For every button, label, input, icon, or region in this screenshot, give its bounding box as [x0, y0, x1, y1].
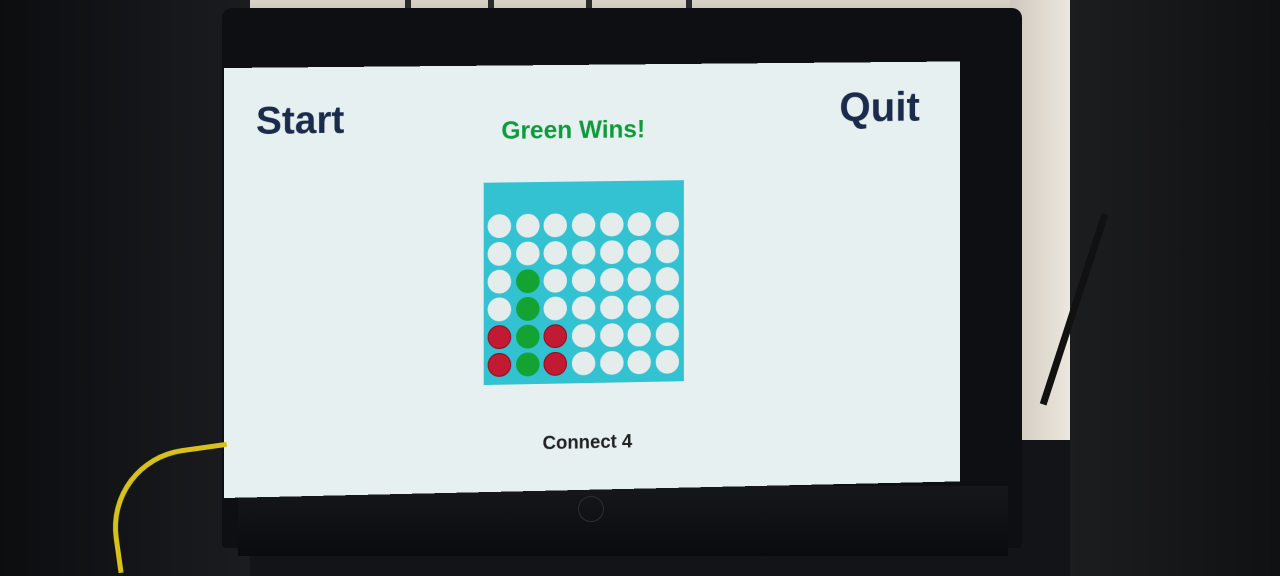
board-cell-empty[interactable] [544, 213, 567, 237]
board-cell-empty[interactable] [628, 323, 651, 347]
board-cell-empty[interactable] [572, 296, 595, 320]
board-cell-empty[interactable] [572, 351, 595, 375]
board-disc-red[interactable] [544, 352, 567, 376]
board-cell-empty[interactable] [600, 295, 623, 319]
board-cell-empty[interactable] [656, 295, 679, 319]
game-screen: Start Quit Green Wins! Connect 4 [224, 61, 960, 498]
board-cell-empty[interactable] [572, 324, 595, 348]
quit-button[interactable]: Quit [839, 83, 919, 131]
board-cell-empty[interactable] [656, 239, 679, 263]
board-cell-empty[interactable] [600, 323, 623, 347]
board-disc-green[interactable] [516, 269, 540, 293]
board-cell-empty[interactable] [488, 242, 512, 266]
board-cell-empty[interactable] [572, 268, 595, 292]
board-cell-empty[interactable] [572, 213, 595, 237]
board-cell-empty[interactable] [544, 296, 567, 320]
board-disc-red[interactable] [488, 353, 512, 377]
board-cell-empty[interactable] [600, 240, 623, 264]
board-cell-empty[interactable] [600, 213, 623, 237]
board-cell-empty[interactable] [488, 270, 512, 294]
board-cell-empty[interactable] [628, 240, 651, 264]
board-cell-empty[interactable] [656, 267, 679, 291]
board-cell-empty[interactable] [544, 269, 567, 293]
board-cell-empty[interactable] [488, 297, 512, 321]
background-shelf [1070, 0, 1280, 576]
board-cell-empty[interactable] [572, 241, 595, 265]
board-cell-empty[interactable] [628, 350, 651, 374]
board-cell-empty[interactable] [516, 241, 540, 265]
laptop-logo-icon [578, 496, 604, 522]
board-cell-empty[interactable] [656, 212, 679, 236]
board-disc-red[interactable] [544, 324, 567, 348]
board-cell-empty[interactable] [600, 351, 623, 375]
board-disc-green[interactable] [516, 325, 540, 349]
board-cell-empty[interactable] [628, 267, 651, 291]
game-status: Green Wins! [501, 116, 645, 146]
board-disc-green[interactable] [516, 352, 540, 376]
board-cell-empty[interactable] [628, 212, 651, 236]
board-cell-empty[interactable] [544, 241, 567, 265]
start-button[interactable]: Start [256, 99, 344, 144]
game-board[interactable] [484, 180, 684, 385]
monitor-bezel [238, 486, 1008, 556]
board-cell-empty[interactable] [488, 214, 512, 238]
board-cell-empty[interactable] [656, 350, 679, 374]
board-cell-empty[interactable] [656, 322, 679, 346]
board-disc-red[interactable] [488, 325, 512, 349]
board-cell-empty[interactable] [516, 214, 540, 238]
game-title: Connect 4 [543, 432, 633, 456]
board-disc-green[interactable] [516, 297, 540, 321]
board-cell-empty[interactable] [600, 268, 623, 292]
board-cell-empty[interactable] [628, 295, 651, 319]
